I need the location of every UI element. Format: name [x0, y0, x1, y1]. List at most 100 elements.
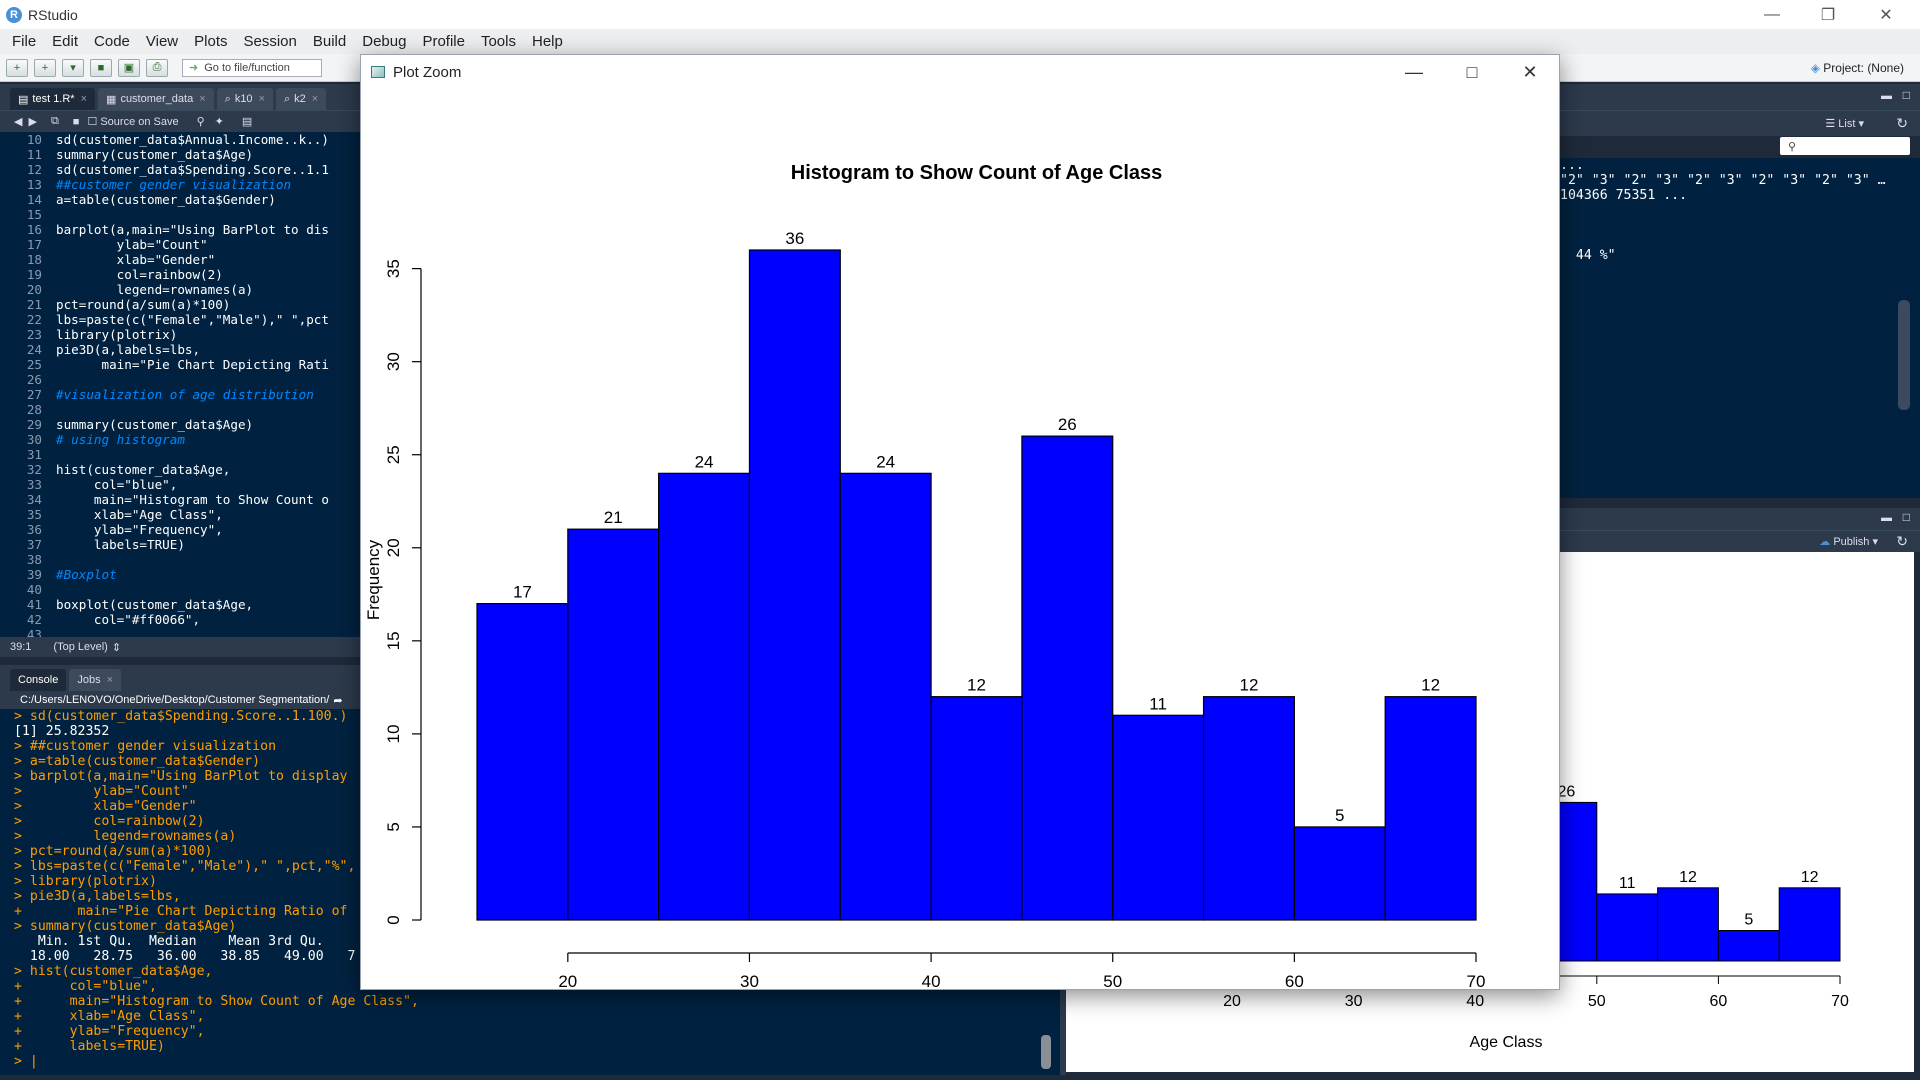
console-tab-jobs[interactable]: Jobs × — [69, 669, 122, 691]
y-tick-label: 20 — [384, 538, 403, 557]
goto-file-input[interactable]: ➜ Go to file/function — [182, 58, 322, 77]
close-tab-icon[interactable]: × — [312, 93, 318, 105]
environment-list[interactable]: ... "2" "3" "2" "3" "2" "3" "2" "3" "2" "… — [1560, 158, 1920, 498]
y-tick-label: 0 — [384, 915, 403, 924]
editor-tab-2[interactable]: ⌕ k10 × — [216, 88, 273, 110]
scope-indicator[interactable]: (Top Level) — [53, 641, 107, 653]
environment-line: 104366 75351 ... — [1560, 188, 1688, 203]
project-menu[interactable]: ◈ Project: (None) — [1811, 61, 1904, 75]
minimize-pane-icon[interactable]: ▬ — [1881, 90, 1892, 102]
console-line: > | — [14, 1054, 38, 1069]
code-line: 22 lbs=paste(c("Female","Male")," ",pct — [0, 312, 360, 327]
line-number: 21 — [26, 297, 42, 312]
editor-tab-3[interactable]: ⌕ k2 × — [276, 88, 327, 110]
menu-debug[interactable]: Debug — [354, 33, 414, 50]
print-icon[interactable]: ⎙ — [146, 58, 168, 77]
menu-edit[interactable]: Edit — [44, 33, 86, 50]
minimize-pane-icon[interactable]: ▬ — [1881, 512, 1892, 524]
line-number: 33 — [26, 477, 42, 492]
close-tab-icon[interactable]: × — [107, 674, 113, 686]
scope-dropdown-icon[interactable]: ⇕ — [112, 641, 121, 654]
menu-file[interactable]: File — [4, 33, 44, 50]
save-icon[interactable]: ■ — [90, 58, 112, 77]
code-editor[interactable]: 10 sd(customer_data$Annual.Income..k..) 11… — [0, 132, 360, 637]
code-text: col=rainbow(2) — [56, 267, 223, 282]
menu-code[interactable]: Code — [86, 33, 138, 50]
code-text: labels=TRUE) — [56, 537, 185, 552]
bar-count-label: 21 — [604, 508, 623, 527]
console-scrollbar-thumb[interactable] — [1041, 1035, 1051, 1069]
code-text: a=table(customer_data$Gender) — [56, 192, 276, 207]
source-on-save-checkbox[interactable]: ☐ — [87, 115, 97, 128]
list-view-button[interactable]: ☰ List ▾ — [1825, 117, 1864, 130]
refresh-icon[interactable]: ↻ — [1896, 115, 1908, 132]
console-tab-label: Jobs — [77, 674, 101, 686]
close-icon[interactable]: ✕ — [1858, 0, 1914, 29]
maximize-pane-icon[interactable]: □ — [1903, 88, 1910, 102]
restore-icon[interactable]: ❐ — [1800, 0, 1856, 29]
line-number: 12 — [26, 162, 42, 177]
x-tick-label: 70 — [1467, 972, 1486, 989]
close-icon[interactable]: ✕ — [1501, 55, 1559, 89]
editor-tab-1[interactable]: ▦ customer_data × — [98, 88, 214, 110]
code-text: summary(customer_data$Age) — [56, 417, 254, 432]
code-line: 38 — [0, 552, 360, 567]
environment-scrollbar-thumb[interactable] — [1898, 300, 1910, 410]
new-file-icon[interactable]: + — [6, 58, 28, 77]
bar-count-label: 24 — [876, 452, 895, 471]
new-project-icon[interactable]: + — [34, 58, 56, 77]
back-icon[interactable]: ◀ — [14, 115, 22, 128]
x-tick-label: 40 — [922, 972, 941, 989]
y-tick-label: 35 — [384, 259, 403, 278]
maximize-icon[interactable]: □ — [1443, 55, 1501, 89]
code-text: hist(customer_data$Age, — [56, 462, 231, 477]
publish-button[interactable]: ☁ Publish ▾ — [1819, 535, 1878, 548]
maximize-pane-icon[interactable]: □ — [1903, 510, 1910, 524]
menu-build[interactable]: Build — [305, 33, 354, 50]
code-text: col="#ff0066", — [56, 612, 201, 627]
line-number: 39 — [26, 567, 42, 582]
wand-icon[interactable]: ✦ — [215, 115, 224, 128]
line-number: 10 — [26, 132, 42, 147]
bar-count-label: 24 — [695, 452, 714, 471]
go-to-dir-icon[interactable]: ➦ — [333, 694, 342, 707]
editor-tab-label: k2 — [294, 93, 306, 105]
refresh-icon[interactable]: ↻ — [1896, 533, 1908, 550]
minimize-icon[interactable]: — — [1385, 55, 1443, 89]
code-text: ##customer gender visualization — [56, 177, 292, 192]
line-number: 20 — [26, 282, 42, 297]
code-text: boxplot(customer_data$Age, — [56, 597, 254, 612]
bar-count-label: 11 — [1149, 694, 1167, 713]
show-in-window-icon[interactable]: ⧉ — [51, 115, 59, 128]
menu-tools[interactable]: Tools — [473, 33, 524, 50]
compile-report-icon[interactable]: ▤ — [242, 115, 252, 128]
save-all-icon[interactable]: ▣ — [118, 58, 140, 77]
save-icon[interactable]: ■ — [73, 116, 80, 128]
code-line: 27 #visualization of age distribution — [0, 387, 360, 402]
close-tab-icon[interactable]: × — [259, 93, 265, 105]
close-tab-icon[interactable]: × — [199, 93, 205, 105]
menu-view[interactable]: View — [138, 33, 186, 50]
code-text: ylab="Count" — [56, 237, 208, 252]
histogram-bar — [1112, 714, 1205, 921]
menu-help[interactable]: Help — [524, 33, 571, 50]
open-file-icon[interactable]: ▾ — [62, 58, 84, 77]
editor-tab-bar: ▤ test 1.R* × ▦ customer_data × ⌕ k10 × ⌕ k2 × — [0, 84, 360, 110]
console-tab-console[interactable]: Console — [10, 669, 67, 691]
close-tab-icon[interactable]: × — [81, 93, 87, 105]
minimize-icon[interactable]: — — [1744, 0, 1800, 29]
x-tick-label: 60 — [1285, 972, 1304, 989]
environment-search-input[interactable]: ⚲ — [1780, 137, 1910, 155]
forward-icon[interactable]: ▶ — [28, 115, 36, 128]
code-line: 30 # using histogram — [0, 432, 360, 447]
editor-tab-0[interactable]: ▤ test 1.R* × — [10, 88, 96, 110]
search-icon[interactable]: ⚲ — [197, 115, 205, 128]
menu-profile[interactable]: Profile — [414, 33, 473, 50]
menu-session[interactable]: Session — [236, 33, 305, 50]
line-number: 28 — [26, 402, 42, 417]
menu-plots[interactable]: Plots — [186, 33, 235, 50]
code-text: sd(customer_data$Annual.Income..k..) — [56, 132, 329, 147]
y-axis-label: Frequency — [364, 539, 383, 620]
plots-pane-header: ▬ □ — [1560, 508, 1920, 530]
code-text: library(plotrix) — [56, 327, 178, 342]
